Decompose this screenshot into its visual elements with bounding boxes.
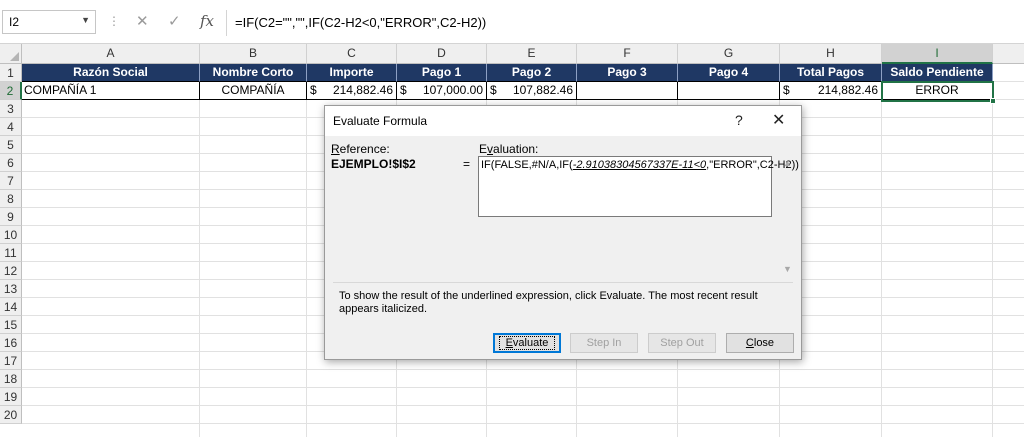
- cell-value: 214,882.46: [817, 83, 878, 97]
- grid-row-line: [22, 369, 1024, 370]
- formula-bar: I2 ▼ ⋮ ✕ ✓ fx =IF(C2="","",IF(C2-H2<0,"E…: [0, 0, 1024, 44]
- underlined-expression: -2.91038304567337E-11<0: [572, 159, 707, 171]
- row-header-8[interactable]: 8: [0, 190, 22, 208]
- instruction-text: To show the result of the underlined exp…: [339, 290, 758, 315]
- divider: [333, 282, 793, 283]
- header-pago-4[interactable]: Pago 4: [678, 64, 780, 82]
- dialog-title-bar: Evaluate Formula ? ✕: [325, 106, 801, 136]
- select-all-triangle-icon: [10, 52, 19, 61]
- header-pago-2[interactable]: Pago 2: [487, 64, 577, 82]
- name-box-value: I2: [9, 15, 20, 29]
- cell-pago-3[interactable]: [577, 82, 678, 100]
- cell-importe[interactable]: $214,882.46: [307, 82, 397, 100]
- header-importe[interactable]: Importe: [307, 64, 397, 82]
- more-options-icon[interactable]: ⋮: [108, 14, 120, 28]
- row-header-13[interactable]: 13: [0, 280, 22, 298]
- column-header-d[interactable]: D: [397, 44, 487, 64]
- header-nombre-corto[interactable]: Nombre Corto: [200, 64, 307, 82]
- cell-razon-social[interactable]: COMPAÑÍA 1: [22, 82, 200, 100]
- column-header-g[interactable]: G: [678, 44, 780, 64]
- dialog-title: Evaluate Formula: [333, 114, 428, 128]
- row-header-5[interactable]: 5: [0, 136, 22, 154]
- row-header-6[interactable]: 6: [0, 154, 22, 172]
- fill-handle[interactable]: [990, 98, 996, 104]
- chevron-down-icon[interactable]: ▼: [81, 15, 90, 25]
- cancel-icon[interactable]: ✕: [136, 12, 149, 30]
- grid-column-line: [881, 64, 882, 437]
- row-header-17[interactable]: 17: [0, 352, 22, 370]
- column-header-empty: [993, 44, 1024, 64]
- column-header-b[interactable]: B: [200, 44, 307, 64]
- cell-pago-2[interactable]: $107,882.46: [487, 82, 577, 100]
- step-in-button[interactable]: Step In: [570, 333, 638, 353]
- row-header-20[interactable]: 20: [0, 406, 22, 424]
- formula-input[interactable]: =IF(C2="","",IF(C2-H2<0,"ERROR",C2-H2)): [226, 10, 1022, 36]
- close-button[interactable]: Close: [726, 333, 794, 353]
- column-header-a[interactable]: A: [22, 44, 200, 64]
- scroll-up-icon[interactable]: ▲: [783, 158, 792, 168]
- column-header-e[interactable]: E: [487, 44, 577, 64]
- header-saldo-pendiente[interactable]: Saldo Pendiente: [882, 64, 993, 82]
- insert-function-icon[interactable]: fx: [200, 12, 214, 30]
- grid-column-line: [992, 64, 993, 437]
- step-out-button[interactable]: Step Out: [648, 333, 716, 353]
- column-header-i[interactable]: I: [882, 44, 993, 64]
- column-header-h[interactable]: H: [780, 44, 882, 64]
- cell-value: 214,882.46: [332, 83, 393, 97]
- currency-symbol: $: [400, 83, 407, 97]
- header-pago-3[interactable]: Pago 3: [577, 64, 678, 82]
- evaluate-formula-dialog: Evaluate Formula ? ✕ Reference: EJEMPLO!…: [324, 105, 802, 360]
- active-cell-selection: [881, 81, 996, 104]
- reference-label: Reference:: [331, 142, 390, 156]
- grid-column-line: [199, 64, 200, 437]
- currency-symbol: $: [783, 83, 790, 97]
- row-header-10[interactable]: 10: [0, 226, 22, 244]
- check-icon[interactable]: ✓: [168, 12, 181, 30]
- reference-value: EJEMPLO!$I$2: [331, 157, 416, 171]
- currency-symbol: $: [310, 83, 317, 97]
- row-header-2[interactable]: 2: [0, 82, 22, 100]
- cell-pago-4[interactable]: [678, 82, 780, 100]
- row-header-18[interactable]: 18: [0, 370, 22, 388]
- row-header-14[interactable]: 14: [0, 298, 22, 316]
- row-header-9[interactable]: 9: [0, 208, 22, 226]
- grid-row-line: [22, 387, 1024, 388]
- close-icon[interactable]: ✕: [772, 110, 785, 130]
- currency-symbol: $: [490, 83, 497, 97]
- header-total-pagos[interactable]: Total Pagos: [780, 64, 882, 82]
- row-header-7[interactable]: 7: [0, 172, 22, 190]
- header-razon-social[interactable]: Razón Social: [22, 64, 200, 82]
- name-box[interactable]: I2 ▼: [2, 10, 96, 34]
- help-icon[interactable]: ?: [735, 112, 743, 128]
- row-header-11[interactable]: 11: [0, 244, 22, 262]
- grid-row-line: [22, 423, 1024, 424]
- grid-row-line: [22, 405, 1024, 406]
- row-header-15[interactable]: 15: [0, 316, 22, 334]
- cell-nombre-corto[interactable]: COMPAÑÍA: [200, 82, 307, 100]
- row-header-19[interactable]: 19: [0, 388, 22, 406]
- formula-text: =IF(C2="","",IF(C2-H2<0,"ERROR",C2-H2)): [235, 15, 487, 30]
- equals-sign: =: [463, 157, 471, 171]
- select-all-button[interactable]: [0, 44, 22, 64]
- evaluation-box[interactable]: IF(FALSE,#N/A,IF(-2.91038304567337E-11<0…: [478, 156, 799, 217]
- cell-pago-1[interactable]: $107,000.00: [397, 82, 487, 100]
- evaluate-button[interactable]: Evaluate: [493, 333, 561, 353]
- row-header-1[interactable]: 1: [0, 64, 22, 82]
- evaluation-label: Evaluation:: [479, 142, 539, 156]
- cell-value: 107,000.00: [422, 83, 483, 97]
- cell-value: 107,882.46: [512, 83, 573, 97]
- column-header-c[interactable]: C: [307, 44, 397, 64]
- header-pago-1[interactable]: Pago 1: [397, 64, 487, 82]
- row-header-16[interactable]: 16: [0, 334, 22, 352]
- cell-total-pagos[interactable]: $214,882.46: [780, 82, 882, 100]
- column-header-f[interactable]: F: [577, 44, 678, 64]
- scroll-down-icon[interactable]: ▼: [783, 264, 792, 274]
- row-header-3[interactable]: 3: [0, 100, 22, 118]
- row-header-12[interactable]: 12: [0, 262, 22, 280]
- evaluation-text: IF(FALSE,#N/A,IF(-2.91038304567337E-11<0…: [481, 159, 799, 171]
- row-header-4[interactable]: 4: [0, 118, 22, 136]
- grid-column-line: [306, 64, 307, 437]
